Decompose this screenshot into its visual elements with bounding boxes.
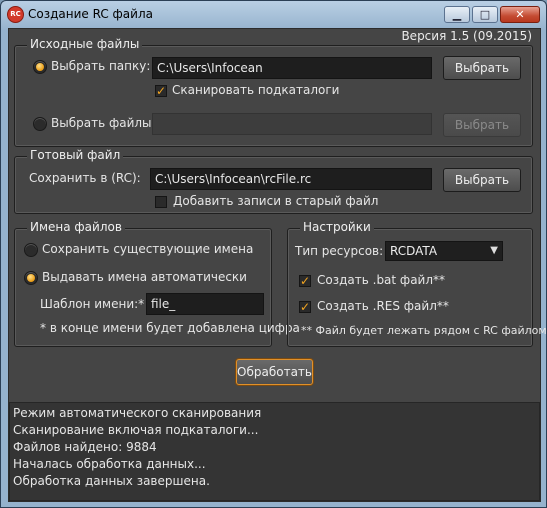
save-select-button[interactable]: Выбрать [443,168,521,192]
log-panel[interactable]: Режим автоматического сканирования Скани… [9,402,540,501]
name-template-input[interactable]: file_ [146,293,264,315]
create-res-label: Создать .RES файл** [317,299,449,313]
minimize-button[interactable]: ▁ [444,6,470,23]
settings-note: ** Файл будет лежать рядом с RC файлом [301,324,547,337]
select-files-label: Выбрать файлы: [51,116,156,130]
log-line: Обработка данных завершена. [13,474,210,488]
select-folder-label: Выбрать папку: [51,59,151,73]
folder-path-input[interactable]: C:\Users\Infocean [152,57,432,79]
minimize-icon: ▁ [452,8,462,21]
app-logo-icon: RC [7,6,24,23]
version-label: Версия 1.5 (09.2015) [401,29,532,43]
log-line: Файлов найдено: 9884 [13,440,157,454]
output-file-legend: Готовый файл [27,148,124,162]
app-window: RC Создание RC файла ▁ □ ✕ Версия 1.5 (0… [0,0,547,508]
resource-type-select[interactable]: RCDATA ▼ [385,241,503,261]
files-path-input[interactable] [152,113,432,135]
folder-select-button[interactable]: Выбрать [443,56,521,80]
settings-group: Настройки Тип ресурсов: RCDATA ▼ ✓ Созда… [287,220,546,347]
keep-names-radio[interactable] [24,243,38,257]
close-icon: ✕ [515,8,525,21]
auto-names-radio[interactable] [24,271,38,285]
output-file-group: Готовый файл Сохранить в (RC): C:\Users\… [14,148,533,214]
scan-subfolders-label: Сканировать подкаталоги [172,83,340,97]
maximize-button[interactable]: □ [472,6,498,23]
title-bar[interactable]: RC Создание RC файла ▁ □ ✕ [1,1,546,29]
template-note: * в конце имени будет добавлена цифра [40,321,300,335]
create-bat-label: Создать .bat файл** [317,273,446,287]
scan-subfolders-checkbox[interactable]: ✓ [155,85,167,97]
file-names-legend: Имена файлов [27,220,125,234]
create-res-checkbox[interactable]: ✓ [299,301,311,313]
select-folder-radio[interactable] [33,60,47,74]
save-to-label: Сохранить в (RC): [29,171,141,185]
auto-names-label: Выдавать имена автоматически [42,270,247,284]
client-area: Версия 1.5 (09.2015) Исходные файлы Выбр… [8,28,546,502]
name-template-label: Шаблон имени:* [40,297,145,311]
save-path-input[interactable]: C:\Users\Infocean\rcFile.rc [150,168,432,190]
source-files-legend: Исходные файлы [27,37,143,51]
log-line: Режим автоматического сканирования [13,406,262,420]
process-button[interactable]: Обработать [236,359,313,385]
resource-type-value: RCDATA [390,244,438,258]
append-checkbox[interactable] [155,196,167,208]
files-select-button[interactable]: Выбрать [443,113,521,137]
resource-type-label: Тип ресурсов: [295,244,384,258]
log-line: Началась обработка данных... [13,457,206,471]
keep-names-label: Сохранить существующие имена [42,242,254,256]
source-files-group: Исходные файлы Выбрать папку: C:\Users\I… [14,37,533,147]
settings-legend: Настройки [300,220,374,234]
close-button[interactable]: ✕ [500,6,540,23]
create-bat-checkbox[interactable]: ✓ [299,275,311,287]
log-line: Сканирование включая подкаталоги... [13,423,259,437]
append-label: Добавить записи в старый файл [173,194,379,208]
select-files-radio[interactable] [33,117,47,131]
window-title: Создание RC файла [28,7,153,21]
chevron-down-icon: ▼ [490,245,498,256]
maximize-icon: □ [479,8,491,21]
file-names-group: Имена файлов Сохранить существующие имен… [14,220,300,347]
